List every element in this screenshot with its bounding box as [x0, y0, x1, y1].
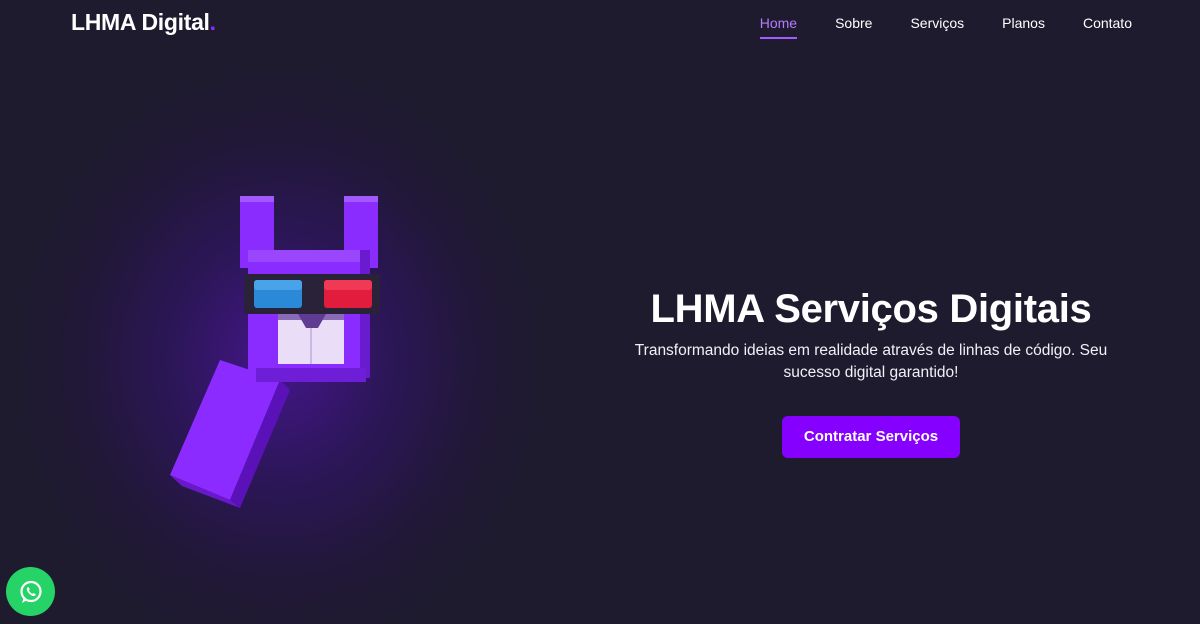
- contratar-servicos-button[interactable]: Contratar Serviços: [782, 416, 960, 458]
- nav-item-home[interactable]: Home: [759, 15, 798, 39]
- nav-item-planos[interactable]: Planos: [1002, 15, 1045, 31]
- logo-dot: .: [209, 9, 216, 35]
- hero-subtitle: Transformando ideias em realidade atravé…: [634, 342, 1108, 381]
- whatsapp-icon: [19, 580, 42, 603]
- page: LHMA Digital. Home Sobre Serviços Planos…: [0, 0, 1200, 624]
- logo-text: LHMA Digital: [71, 9, 210, 35]
- logo[interactable]: LHMA Digital.: [71, 9, 216, 36]
- hero-section: LHMA Serviços Digitais Transformando ide…: [600, 284, 1142, 458]
- nav-item-servicos[interactable]: Serviços: [910, 15, 964, 31]
- nav-item-sobre[interactable]: Sobre: [835, 15, 872, 31]
- whatsapp-button[interactable]: [6, 567, 55, 616]
- llama-illustration: [170, 196, 380, 508]
- nav-item-contato[interactable]: Contato: [1083, 15, 1132, 31]
- main-nav: Home Sobre Serviços Planos Contato: [722, 0, 1132, 46]
- site-header: LHMA Digital. Home Sobre Serviços Planos…: [0, 0, 1200, 50]
- hero-title: LHMA Serviços Digitais: [650, 287, 1092, 331]
